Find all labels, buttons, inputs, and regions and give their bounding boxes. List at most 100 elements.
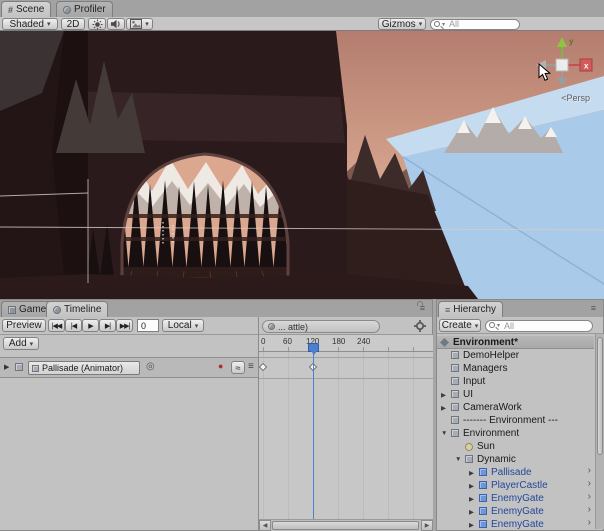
scene-effects-dropdown[interactable]: ▾: [126, 18, 153, 30]
hierarchy-item-camerawork[interactable]: ▶ CameraWork: [437, 401, 594, 414]
reference-mode-dropdown[interactable]: Local ▾: [162, 319, 204, 332]
timeline-track-pallisade[interactable]: ▶ Pallisade (Animator) ◎ ● ≈ ≡: [0, 357, 258, 378]
curves-view-button[interactable]: ≈: [231, 361, 245, 374]
scene-viewport[interactable]: y x <Persp: [0, 31, 604, 299]
timeline-tab-label: Timeline: [64, 304, 102, 315]
hierarchy-search-field[interactable]: ▾: [485, 319, 593, 332]
hierarchy-item-enemygate-1[interactable]: ▶ EnemyGate ›: [437, 491, 594, 505]
scene-name-label: Environment*: [453, 336, 519, 348]
scene-search-field[interactable]: ▾: [430, 18, 520, 30]
item-label: DemoHelper: [463, 349, 520, 361]
prefab-open-arrow[interactable]: ›: [588, 465, 591, 476]
tab-timeline[interactable]: Timeline: [46, 301, 109, 317]
hierarchy-scene-row[interactable]: Environment*: [437, 336, 594, 349]
gameobject-icon: [451, 416, 459, 424]
chevron-down-icon: ▾: [194, 322, 199, 330]
go-to-end-button[interactable]: ▶▶|: [116, 319, 133, 332]
play-button[interactable]: ▶: [82, 319, 99, 332]
track-binding-field[interactable]: Pallisade (Animator): [28, 361, 140, 375]
tab-scene[interactable]: # Scene: [1, 1, 52, 17]
hierarchy-item-dynamic[interactable]: ▼ Dynamic: [437, 453, 594, 466]
current-frame-input[interactable]: [137, 319, 159, 332]
hierarchy-item-ui[interactable]: ▶ UI: [437, 388, 594, 401]
tab-profiler[interactable]: Profiler: [56, 1, 113, 17]
expander-collapsed-icon[interactable]: ▶: [469, 469, 474, 477]
vscrollbar-thumb[interactable]: [597, 337, 603, 455]
hierarchy-item-input[interactable]: Input: [437, 375, 594, 388]
negative-y-axis-arrow-icon: [557, 78, 567, 87]
preview-toggle-button[interactable]: Preview: [2, 319, 46, 332]
ruler-tick: 240: [357, 337, 371, 346]
sun-icon: [92, 19, 102, 29]
next-frame-button[interactable]: ▶|: [99, 319, 116, 332]
scene-lighting-toggle[interactable]: [88, 18, 106, 30]
2d-toggle-button[interactable]: 2D: [61, 18, 85, 30]
hierarchy-item-environment[interactable]: ▼ Environment: [437, 427, 594, 440]
hierarchy-vscrollbar[interactable]: [595, 334, 604, 529]
mouse-cursor: [538, 63, 552, 81]
expander-collapsed-icon[interactable]: ▶: [469, 508, 474, 516]
gameobject-icon: [451, 377, 459, 385]
profiler-tab-icon: [63, 5, 71, 14]
go-to-start-button[interactable]: |◀◀: [48, 319, 65, 332]
hierarchy-item-sun[interactable]: Sun: [437, 440, 594, 453]
create-dropdown-button[interactable]: Create ▾: [439, 319, 481, 332]
playhead-handle[interactable]: [308, 343, 319, 355]
timeline-hscrollbar[interactable]: ◀ ▶: [259, 519, 433, 531]
y-axis-arrow-icon: [557, 37, 567, 47]
scene-audio-toggle[interactable]: [107, 18, 125, 30]
item-label: PlayerCastle: [491, 479, 548, 491]
tab-hierarchy[interactable]: ≡ Hierarchy: [438, 301, 504, 317]
previous-frame-icon: |◀: [70, 322, 77, 330]
expander-expanded-icon[interactable]: ▼: [455, 456, 461, 463]
expander-collapsed-icon[interactable]: ▶: [469, 495, 474, 503]
scene-3d-render: [0, 31, 604, 299]
shading-mode-dropdown[interactable]: Shaded ▾: [2, 18, 58, 30]
hierarchy-item-enemygate-3[interactable]: ▶ EnemyGate ›: [437, 517, 594, 531]
item-label: EnemyGate: [491, 492, 544, 504]
hierarchy-toolbar: Create ▾ ▾: [437, 317, 603, 334]
scroll-right-icon: ▶: [424, 523, 430, 529]
search-filter-chevron-icon: ▾: [442, 21, 446, 28]
item-label: EnemyGate: [491, 505, 544, 517]
chevron-down-icon: ▾: [46, 21, 51, 28]
hierarchy-item-playercastle[interactable]: ▶ PlayerCastle ›: [437, 478, 594, 492]
gizmos-dropdown[interactable]: Gizmos ▾: [378, 18, 426, 30]
track-type-icon: [15, 363, 23, 371]
hierarchy-item-enemygate-2[interactable]: ▶ EnemyGate ›: [437, 504, 594, 518]
track-menu-icon[interactable]: ≡: [248, 361, 254, 372]
top-tabstrip: # Scene Profiler: [0, 0, 604, 17]
perspective-mode-label[interactable]: <Persp: [561, 93, 590, 103]
timeline-asset-icon: [268, 323, 275, 330]
hierarchy-item-demohelper[interactable]: DemoHelper: [437, 349, 594, 362]
timeline-time-ruler[interactable]: 0 60 120 180 240: [259, 335, 433, 352]
scroll-right-button[interactable]: ▶: [421, 520, 433, 531]
timeline-settings-gear-icon[interactable]: [414, 320, 426, 332]
previous-frame-button[interactable]: |◀: [65, 319, 82, 332]
prefab-open-arrow[interactable]: ›: [588, 517, 591, 528]
track-fold-icon[interactable]: ▶: [4, 363, 9, 371]
scroll-left-button[interactable]: ◀: [259, 520, 271, 531]
expander-collapsed-icon[interactable]: ▶: [469, 482, 474, 490]
gizmo-center-cube-icon: [555, 58, 569, 72]
hierarchy-item-managers[interactable]: Managers: [437, 362, 594, 375]
record-button[interactable]: ●: [218, 361, 223, 371]
timeline-asset-breadcrumb[interactable]: ... attle): [262, 320, 380, 333]
hierarchy-item-pallisade[interactable]: ▶ Pallisade ›: [437, 465, 594, 479]
expander-collapsed-icon[interactable]: ▶: [441, 404, 446, 412]
prefab-open-arrow[interactable]: ›: [588, 478, 591, 489]
panel-menu-icon[interactable]: ≡: [591, 304, 596, 313]
prefab-open-arrow[interactable]: ›: [588, 504, 591, 515]
expander-collapsed-icon[interactable]: ▶: [469, 521, 474, 529]
hierarchy-item-environment-separator[interactable]: ------- Environment ---: [437, 414, 594, 427]
gizmos-label: Gizmos: [381, 18, 416, 30]
hierarchy-search-input[interactable]: [485, 319, 593, 332]
track-gizmo-toggle-icon[interactable]: ◎: [146, 361, 155, 372]
prefab-open-arrow[interactable]: ›: [588, 491, 591, 502]
hscrollbar-thumb[interactable]: [272, 521, 419, 530]
timeline-header-splitter[interactable]: [258, 317, 259, 530]
expander-collapsed-icon[interactable]: ▶: [441, 391, 446, 399]
ruler-tick: 0: [261, 337, 266, 346]
add-track-button[interactable]: Add ▾: [3, 337, 39, 350]
expander-expanded-icon[interactable]: ▼: [441, 430, 447, 437]
